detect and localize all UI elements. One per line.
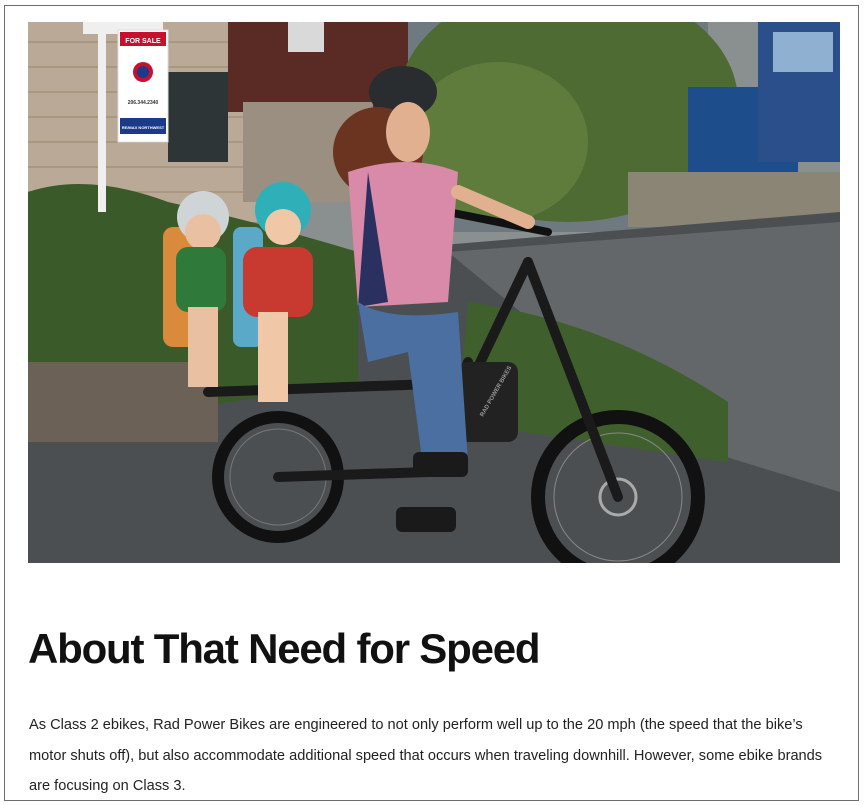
sign-brokerage: RE/MAX NORTHWEST: [122, 125, 165, 130]
hero-image: FOR SALE 206.344.2340 RE/MAX NORTHWEST R…: [28, 22, 840, 563]
sign-phone: 206.344.2340: [128, 100, 159, 106]
sign-header: FOR SALE: [125, 38, 161, 45]
article-paragraph: As Class 2 ebikes, Rad Power Bikes are e…: [29, 717, 823, 794]
article-heading: About That Need for Speed: [28, 625, 541, 672]
